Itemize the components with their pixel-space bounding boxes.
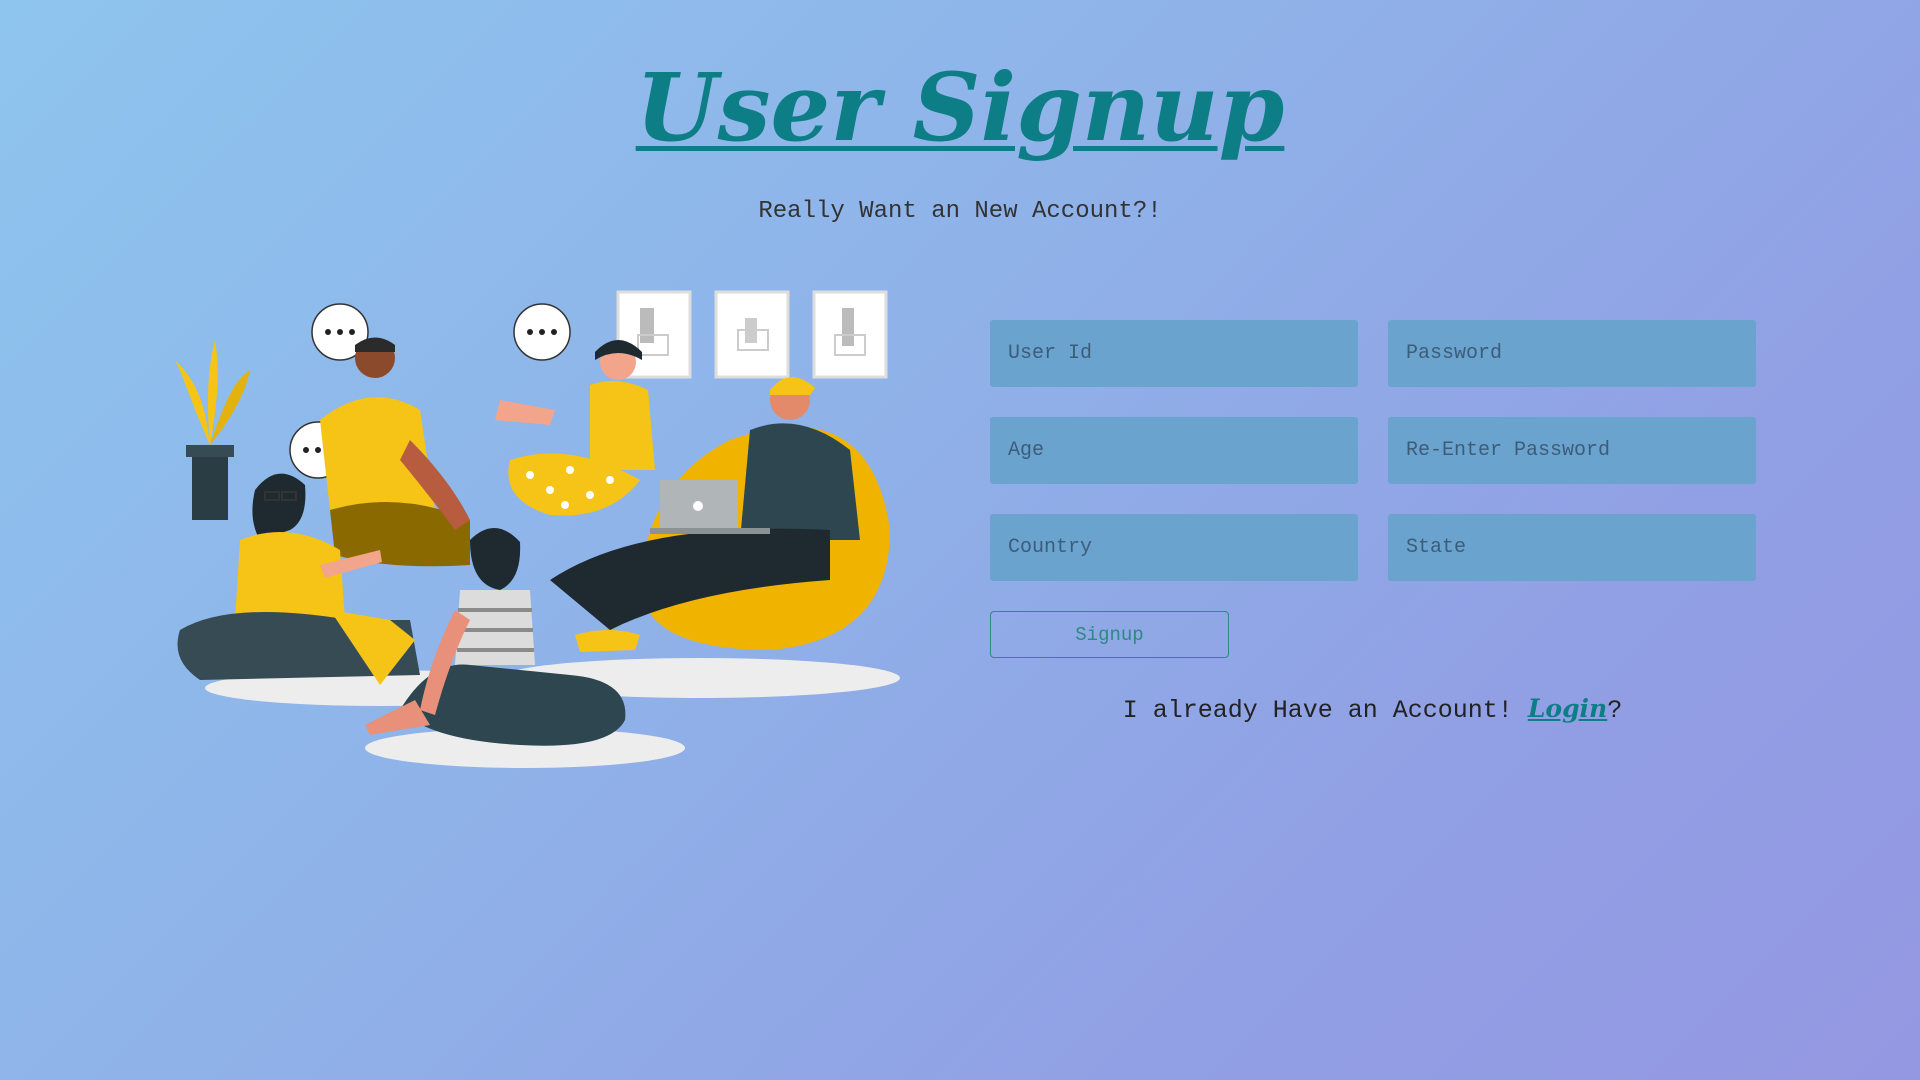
login-prompt-prefix: I already Have an Account! bbox=[1122, 696, 1528, 725]
state-input[interactable] bbox=[1388, 514, 1756, 581]
page-title-text: User Signup bbox=[635, 53, 1285, 163]
user-id-input[interactable] bbox=[990, 320, 1358, 387]
person-man-glasses bbox=[320, 337, 470, 567]
login-prompt-suffix: ? bbox=[1607, 696, 1623, 725]
group-chat-illustration bbox=[175, 290, 900, 768]
plant bbox=[175, 340, 250, 520]
login-prompt: I already Have an Account! Login? bbox=[990, 694, 1755, 725]
signup-form: Signup bbox=[990, 320, 1756, 658]
login-link[interactable]: Login bbox=[1528, 694, 1607, 723]
wall-frame-2 bbox=[714, 290, 790, 379]
wall-frame-3 bbox=[812, 290, 888, 379]
page-title: User Signup bbox=[0, 52, 1920, 165]
age-input[interactable] bbox=[990, 417, 1358, 484]
password-input[interactable] bbox=[1388, 320, 1756, 387]
form-fields-grid bbox=[990, 320, 1756, 581]
speech-bubble-2 bbox=[513, 303, 571, 361]
sneaker bbox=[575, 630, 640, 652]
country-input[interactable] bbox=[990, 514, 1358, 581]
page-subtitle: Really Want an New Account?! bbox=[758, 198, 1162, 225]
person-woman-dotted bbox=[495, 340, 655, 516]
reenter-password-input[interactable] bbox=[1388, 417, 1756, 484]
signup-button[interactable]: Signup bbox=[990, 611, 1229, 658]
